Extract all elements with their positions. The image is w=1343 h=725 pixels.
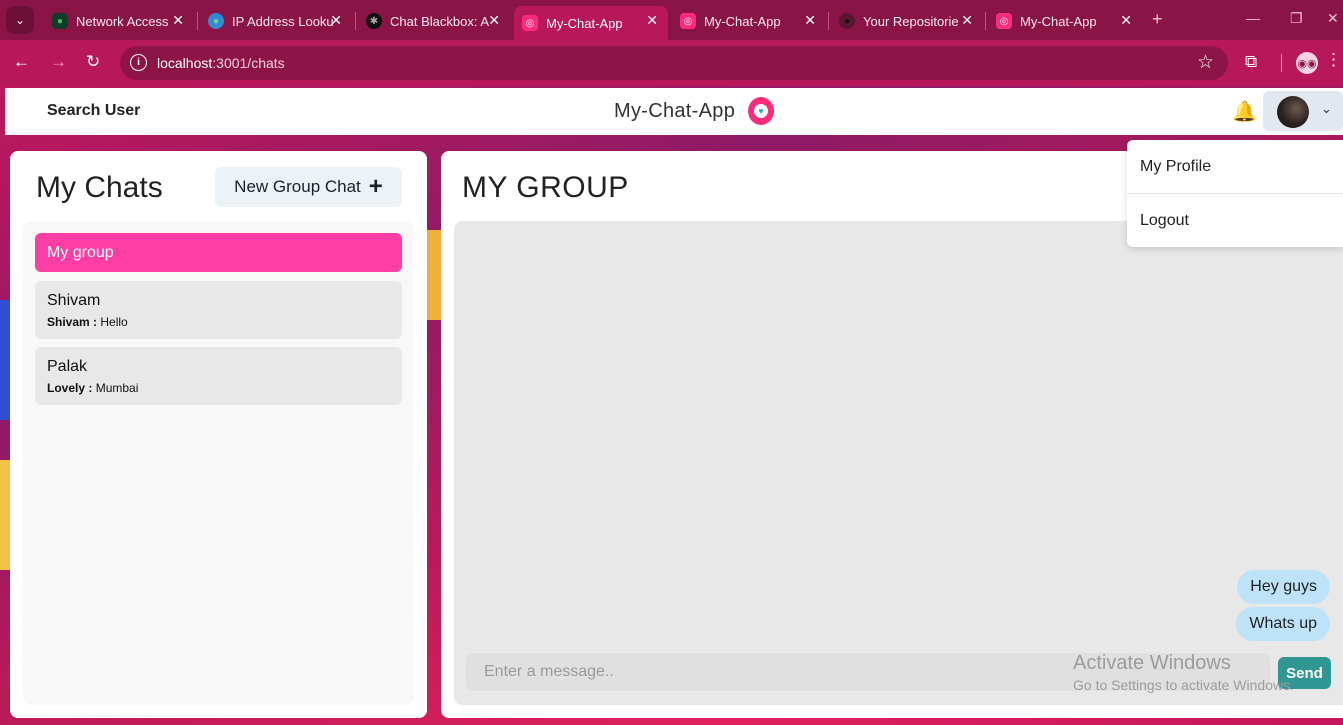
tab-my-chat-app[interactable]: ◎ My-Chat-App ✕ bbox=[672, 6, 826, 36]
chat-name: Shivam bbox=[47, 292, 101, 309]
chat-title: MY GROUP bbox=[462, 171, 629, 204]
message-bubble: Hey guys bbox=[1237, 570, 1330, 604]
plus-icon: + bbox=[368, 173, 383, 200]
mongodb-leaf-icon: ● bbox=[52, 13, 68, 29]
tab-chat-blackbox[interactable]: ✱ Chat Blackbox: A ✕ bbox=[358, 6, 510, 36]
tab-separator bbox=[985, 12, 986, 30]
close-tab-icon[interactable]: ✕ bbox=[1120, 12, 1132, 29]
address-bar[interactable]: i localhost:3001/chats ☆ bbox=[120, 46, 1228, 80]
url-host: localhost bbox=[157, 55, 213, 71]
url-path: :3001/chats bbox=[212, 55, 285, 71]
site-info-icon[interactable]: i bbox=[130, 54, 147, 71]
latest-message-sender: Lovely : bbox=[47, 381, 93, 395]
message-bubble: Whats up bbox=[1236, 607, 1330, 641]
tab-ip-address-lookup[interactable]: ● IP Address Looku ✕ bbox=[200, 6, 352, 36]
toolbar-divider bbox=[1281, 54, 1282, 72]
minimize-icon[interactable]: — bbox=[1246, 10, 1260, 26]
tab-network-access[interactable]: ● Network Access ✕ bbox=[44, 6, 194, 36]
user-menu-button[interactable]: ⌄ bbox=[1263, 91, 1343, 131]
background-decoration bbox=[427, 230, 441, 320]
tab-title: IP Address Looku bbox=[232, 13, 334, 29]
windows-activation-watermark: Activate Windows Go to Settings to activ… bbox=[1073, 652, 1294, 693]
avatar bbox=[1277, 96, 1309, 128]
forward-arrow-icon[interactable]: → bbox=[50, 52, 67, 72]
my-chats-panel: My Chats New Group Chat + My group Shiva… bbox=[10, 151, 427, 718]
latest-message: Lovely : Mumbai bbox=[47, 381, 138, 395]
back-arrow-icon[interactable]: ← bbox=[13, 52, 30, 72]
search-user-button[interactable]: Search User bbox=[47, 102, 140, 120]
blackbox-icon: ✱ bbox=[366, 13, 382, 29]
watermark-subtitle: Go to Settings to activate Windows. bbox=[1073, 677, 1294, 693]
chat-app-icon: ◎ bbox=[996, 13, 1012, 29]
tab-title: My-Chat-App bbox=[1020, 13, 1097, 29]
chat-app-icon: ◎ bbox=[522, 15, 538, 31]
chat-list: My group Shivam Shivam : Hello Palak Lov… bbox=[23, 221, 414, 705]
restore-icon[interactable]: ❐ bbox=[1290, 10, 1303, 27]
close-tab-icon[interactable]: ✕ bbox=[172, 12, 184, 29]
watermark-title: Activate Windows bbox=[1073, 652, 1231, 674]
url-text: localhost:3001/chats bbox=[157, 55, 285, 71]
latest-message: Shivam : Hello bbox=[47, 315, 128, 329]
close-tab-icon[interactable]: ✕ bbox=[488, 12, 500, 29]
tab-title: My-Chat-App bbox=[704, 13, 781, 29]
user-dropdown-menu: My Profile Logout bbox=[1127, 140, 1343, 247]
tab-title: My-Chat-App bbox=[546, 15, 623, 31]
chat-item-palak[interactable]: Palak Lovely : Mumbai bbox=[35, 347, 402, 405]
latest-message-text: Hello bbox=[100, 315, 128, 329]
globe-icon: ● bbox=[208, 13, 224, 29]
new-group-chat-button[interactable]: New Group Chat + bbox=[215, 167, 402, 207]
app-logo-icon: ♥ bbox=[748, 97, 774, 125]
my-chats-title: My Chats bbox=[36, 171, 163, 204]
chat-name: Palak bbox=[47, 358, 88, 375]
tab-search-button[interactable]: ⌄ bbox=[6, 6, 34, 34]
latest-message-text: Mumbai bbox=[95, 381, 139, 395]
chat-item-my-group[interactable]: My group bbox=[35, 233, 402, 272]
tab-title: Your Repositorie bbox=[863, 13, 959, 29]
messages-area: Hey guys Whats up Send bbox=[454, 221, 1343, 705]
chat-app-icon: ◎ bbox=[680, 13, 696, 29]
latest-message-sender: Shivam : bbox=[47, 315, 98, 329]
github-icon: ● bbox=[839, 13, 855, 29]
tab-separator bbox=[355, 12, 356, 30]
tab-your-repositories[interactable]: ● Your Repositorie ✕ bbox=[831, 6, 983, 36]
reload-icon[interactable]: ↻ bbox=[86, 52, 100, 72]
app-header: Search User My-Chat-App ♥ 🔔 ⌄ bbox=[5, 88, 1343, 135]
chevron-down-icon: ⌄ bbox=[1321, 101, 1332, 116]
close-tab-icon[interactable]: ✕ bbox=[330, 12, 342, 29]
tab-title: Network Access bbox=[76, 13, 169, 29]
notification-bell-icon[interactable]: 🔔 bbox=[1232, 99, 1257, 124]
tab-separator bbox=[828, 12, 829, 30]
tab-separator bbox=[197, 12, 198, 30]
browser-menu-icon[interactable]: ⋮ bbox=[1325, 50, 1342, 70]
close-tab-icon[interactable]: ✕ bbox=[961, 12, 973, 29]
new-group-chat-label: New Group Chat bbox=[234, 177, 361, 196]
chat-name: My group bbox=[47, 244, 114, 261]
close-tab-icon[interactable]: ✕ bbox=[804, 12, 816, 29]
browser-profile-icon[interactable]: ◉◉ bbox=[1296, 52, 1318, 74]
tab-my-chat-app[interactable]: ◎ My-Chat-App ✕ bbox=[988, 6, 1142, 36]
menu-item-logout[interactable]: Logout bbox=[1127, 194, 1343, 247]
tab-title: Chat Blackbox: A bbox=[390, 13, 489, 29]
new-tab-icon[interactable]: + bbox=[1152, 9, 1163, 30]
chat-item-shivam[interactable]: Shivam Shivam : Hello bbox=[35, 281, 402, 339]
browser-tab-strip: ⌄ ● Network Access ✕ ● IP Address Looku … bbox=[0, 0, 1343, 40]
close-window-icon[interactable]: ✕ bbox=[1327, 10, 1339, 27]
app-title: My-Chat-App bbox=[614, 100, 736, 122]
close-tab-icon[interactable]: ✕ bbox=[646, 12, 658, 29]
bookmark-star-icon[interactable]: ☆ bbox=[1197, 51, 1214, 74]
menu-item-my-profile[interactable]: My Profile bbox=[1127, 140, 1343, 193]
tab-my-chat-app-active[interactable]: ◎ My-Chat-App ✕ bbox=[514, 6, 668, 40]
extensions-puzzle-icon[interactable]: ⧉ bbox=[1245, 52, 1257, 72]
browser-toolbar: ← → ↻ i localhost:3001/chats ☆ bbox=[0, 40, 1343, 86]
